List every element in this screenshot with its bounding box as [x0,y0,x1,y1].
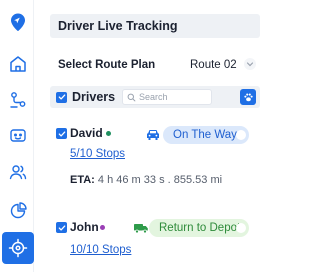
route-icon[interactable] [4,86,32,114]
select-all-drivers-checkbox[interactable] [56,91,67,103]
driver-checkbox-john[interactable] [56,222,67,233]
chat-icon[interactable] [4,122,32,150]
stops-link[interactable]: 5/10 Stops [70,148,125,160]
main-panel: Driver Live Tracking Select Route Plan R… [44,0,260,272]
route-plan-value: Route 02 [190,59,237,71]
page-title: Driver Live Tracking [50,14,260,38]
status-label: Return to Depot [159,222,241,234]
drivers-header: Drivers Search [50,86,260,108]
car-icon [144,127,162,141]
paw-filter-icon [243,93,253,101]
app: Driver Live Tracking Select Route Plan R… [0,0,260,272]
eta-label: ETA: [70,174,95,186]
status-badge: Return to Depot [149,219,249,237]
route-plan-label: Select Route Plan [58,59,156,71]
home-icon[interactable] [4,50,32,78]
pie-chart-icon[interactable] [4,197,32,225]
route-plan-select[interactable]: Route 02 [176,54,260,76]
chevron-down-icon [244,58,256,70]
driver-name[interactable]: John [70,220,99,234]
filter-button[interactable] [240,89,256,105]
online-status-dot [106,131,111,136]
online-status-dot [100,225,105,230]
logo-icon[interactable] [4,8,32,36]
status-label: On The Way [173,129,237,141]
route-plan-row: Select Route Plan Route 02 [58,56,260,74]
crosshair-icon[interactable] [2,232,34,264]
search-input[interactable]: Search [122,89,212,105]
truck-icon [132,221,150,235]
search-placeholder: Search [139,92,168,102]
eta-row: ETA: 4 h 46 m 33 s . 855.53 mi [70,174,222,186]
driver-checkbox-david[interactable] [56,128,67,139]
drivers-title: Drivers [72,90,116,104]
status-badge-knob [236,223,246,233]
users-icon[interactable] [4,158,32,186]
stops-link[interactable]: 10/10 Stops [70,244,131,256]
search-icon [127,93,136,101]
eta-value: 4 h 46 m 33 s . 855.53 mi [97,174,223,186]
status-badge-knob [236,130,246,140]
driver-name[interactable]: David [70,126,103,140]
sidebar [0,0,34,272]
status-badge: On The Way [163,126,249,144]
